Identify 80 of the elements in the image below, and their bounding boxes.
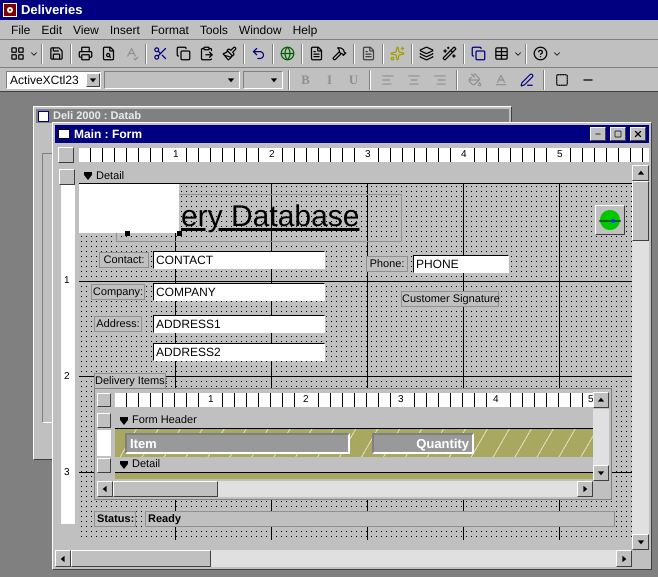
size-dropdown[interactable]	[243, 70, 283, 88]
ruler-number: 2	[302, 393, 310, 407]
globe-button[interactable]	[595, 205, 625, 235]
field-label: Customer Signature	[401, 291, 499, 307]
ruler-number: 3	[64, 468, 70, 478]
close-icon	[633, 129, 643, 139]
ruler-number: 3	[364, 148, 372, 162]
form-selector[interactable]	[97, 393, 111, 407]
object-dropdown[interactable]: ActiveXCtl23	[6, 70, 101, 88]
scroll-thumb[interactable]	[71, 550, 211, 567]
caret-icon	[270, 76, 278, 84]
field-label: Address:	[94, 316, 142, 332]
up-arrow-icon	[597, 396, 605, 404]
menu-item[interactable]: Window	[234, 20, 287, 38]
ruler-number: 1	[172, 148, 180, 162]
window-title: Main : Form	[74, 126, 143, 143]
right-arrow-icon	[620, 554, 628, 562]
status-label: Ready	[145, 511, 615, 527]
vertical-ruler	[97, 430, 111, 456]
ruler-number: 4	[460, 148, 468, 162]
menu-item[interactable]: File	[6, 20, 36, 38]
text-box[interactable]: ADDRESS2	[153, 343, 325, 361]
font-dropdown[interactable]	[104, 70, 240, 88]
subform-control[interactable]: 1 2 3 4 5 Form Header Item Quantity Detail	[94, 388, 612, 500]
left-arrow-icon	[101, 485, 109, 493]
menu-item[interactable]: Format	[146, 20, 194, 38]
column-heading: Quantity	[372, 432, 474, 454]
section-bar-label: Detail	[96, 169, 124, 183]
ruler-number: 2	[268, 148, 276, 162]
column-heading: Item	[125, 432, 350, 454]
horizontal-scrollbar[interactable]	[55, 550, 632, 567]
section-selector[interactable]	[97, 413, 111, 428]
close-button[interactable]	[630, 127, 646, 141]
text-box[interactable]: ADDRESS1	[153, 315, 325, 333]
section-selector[interactable]	[59, 169, 75, 185]
window-title: Deliveries	[21, 1, 82, 20]
vertical-scrollbar[interactable]	[632, 165, 649, 550]
up-arrow-icon	[636, 169, 644, 177]
menu-item[interactable]: Help	[288, 20, 322, 38]
globe-icon	[599, 209, 621, 231]
ruler-number: 3	[397, 393, 405, 407]
right-arrow-icon	[581, 485, 589, 493]
window-title: Deli 2000 : Datab	[53, 110, 142, 122]
scroll-up-button[interactable]	[593, 392, 609, 408]
field-label: Delivery Items:	[94, 373, 166, 389]
menu-item[interactable]: Insert	[104, 20, 145, 38]
field-label: Company:	[91, 284, 145, 300]
maximize-icon	[614, 130, 622, 138]
caret-icon	[89, 76, 97, 84]
field-label: Phone:	[366, 256, 408, 272]
section-arrow-icon	[119, 416, 129, 426]
form-icon	[58, 129, 70, 139]
section-bar-label: Form Header	[132, 413, 197, 428]
minimize-button[interactable]	[590, 127, 606, 141]
ruler-number: 1	[207, 393, 215, 407]
text-box[interactable]: COMPANY	[153, 283, 325, 301]
section-selector[interactable]	[97, 458, 111, 473]
menu-item[interactable]: Edit	[36, 20, 68, 38]
menu-item[interactable]: Tools	[194, 20, 233, 38]
ruler-number: 5	[556, 148, 564, 162]
text-box[interactable]: PHONE	[413, 255, 509, 273]
menu-item[interactable]: View	[68, 20, 104, 38]
caret-icon	[227, 76, 235, 84]
scroll-thumb[interactable]	[632, 181, 649, 241]
text-box[interactable]: CONTACT	[153, 251, 325, 269]
scroll-down-button[interactable]	[593, 465, 609, 481]
section-arrow-icon	[119, 460, 129, 470]
section-bar-label: Detail	[132, 457, 160, 472]
ruler-number: 1	[64, 276, 70, 286]
down-arrow-icon	[636, 538, 644, 546]
form-selector[interactable]	[58, 147, 74, 163]
left-arrow-icon	[59, 554, 67, 562]
ruler-number: 2	[64, 372, 70, 382]
horizontal-scrollbar[interactable]	[97, 481, 593, 497]
maximize-button[interactable]	[610, 127, 626, 141]
field-label: Contact:	[99, 252, 149, 268]
scroll-thumb[interactable]	[113, 481, 218, 497]
status-label: Status:	[94, 511, 136, 527]
ruler-number: 4	[492, 393, 500, 407]
down-arrow-icon	[597, 469, 605, 477]
